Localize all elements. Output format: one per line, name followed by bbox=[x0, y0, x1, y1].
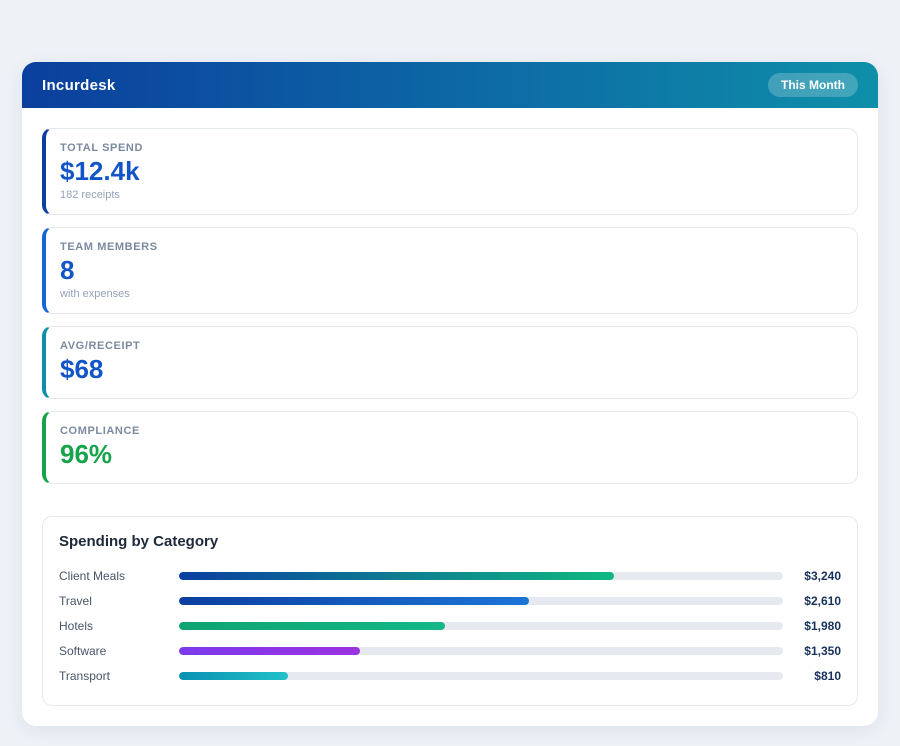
stat-label: AVG/RECEIPT bbox=[60, 339, 141, 352]
stat-subtext: with expenses bbox=[60, 287, 130, 300]
stat-card-total-spend: TOTAL SPEND $12.4k 182 receipts bbox=[42, 128, 858, 215]
category-value: $3,240 bbox=[804, 569, 841, 584]
stat-card-compliance: COMPLIANCE 96% bbox=[42, 410, 858, 484]
stat-value: 8 bbox=[60, 254, 75, 285]
category-label: Software bbox=[59, 644, 107, 659]
chart-row-hotels: Hotels $1,980 bbox=[59, 614, 841, 639]
stat-label: TOTAL SPEND bbox=[60, 142, 143, 154]
stats-section: TOTAL SPEND $12.4k 182 receipts TEAM MEM… bbox=[22, 108, 878, 500]
category-label: Transport bbox=[59, 669, 110, 684]
stat-subtext: 182 receipts bbox=[60, 188, 120, 201]
chart-row-client-meals: Client Meals $3,240 bbox=[59, 564, 841, 589]
category-label: Client Meals bbox=[59, 569, 126, 584]
bar-track bbox=[179, 647, 783, 656]
category-label: Travel bbox=[59, 594, 92, 609]
stat-label: COMPLIANCE bbox=[60, 424, 140, 437]
bar-fill bbox=[179, 672, 288, 681]
chart-row-travel: Travel $2,610 bbox=[59, 589, 841, 614]
category-value: $810 bbox=[814, 669, 841, 684]
chart-title: Spending by Category bbox=[59, 532, 219, 550]
chart-row-software: Software $1,350 bbox=[59, 639, 841, 664]
period-badge[interactable]: This Month bbox=[768, 73, 858, 97]
bar-fill bbox=[179, 572, 614, 581]
stat-label: TEAM MEMBERS bbox=[60, 240, 158, 253]
app-header: Incurdesk This Month bbox=[22, 62, 878, 108]
category-value: $1,350 bbox=[804, 644, 841, 659]
stat-card-team-members: TEAM MEMBERS 8 with expenses bbox=[42, 226, 858, 314]
bar-fill bbox=[179, 647, 361, 656]
bar-fill bbox=[179, 622, 445, 631]
category-value: $2,610 bbox=[804, 594, 841, 609]
bar-track bbox=[179, 597, 783, 606]
stat-value: $68 bbox=[60, 353, 104, 384]
category-label: Hotels bbox=[59, 619, 94, 634]
dashboard-card: Incurdesk This Month TOTAL SPEND $12.4k … bbox=[22, 62, 878, 726]
category-value: $1,980 bbox=[804, 619, 841, 634]
stat-value: $12.4k bbox=[60, 156, 140, 186]
chart-row-transport: Transport $810 bbox=[59, 664, 841, 689]
stat-value: 96% bbox=[60, 438, 113, 469]
spending-by-category-chart: Spending by Category Client Meals $3,240… bbox=[42, 515, 858, 706]
bar-track bbox=[179, 572, 783, 581]
stat-card-avg-receipt: AVG/RECEIPT $68 bbox=[42, 325, 858, 399]
bar-track bbox=[179, 622, 783, 631]
bar-track bbox=[179, 672, 783, 681]
app-title: Incurdesk bbox=[42, 76, 116, 94]
bar-fill bbox=[179, 597, 530, 606]
